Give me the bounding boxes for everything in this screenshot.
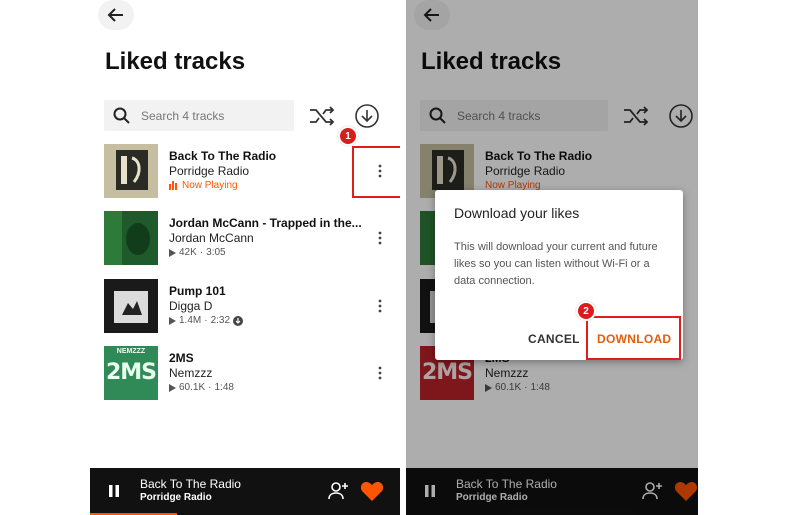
separator: ·	[204, 315, 208, 326]
track-stats: 42K · 3:05	[169, 247, 226, 258]
downloaded-icon	[233, 315, 244, 326]
artwork-label: NEMZZZ	[116, 348, 146, 355]
mini-player[interactable]: Back To The Radio Porridge Radio	[90, 468, 400, 515]
track-artist: Porridge Radio	[169, 164, 250, 178]
page-title: Liked tracks	[105, 48, 246, 75]
download-icon	[355, 104, 379, 128]
search-bar[interactable]	[104, 100, 294, 131]
back-arrow-icon	[107, 8, 123, 22]
track-artist: Nemzzz	[169, 366, 213, 380]
cancel-button[interactable]: CANCEL	[528, 332, 580, 346]
dialog-message: This will download your current and futu…	[454, 241, 658, 287]
player-track-title: Back To The Radio	[140, 477, 241, 491]
back-button[interactable]	[98, 0, 134, 30]
track-title: Jordan McCann - Trapped in the...	[169, 216, 362, 230]
track-row[interactable]: Back To The Radio Porridge Radio Now Pla…	[104, 144, 394, 200]
liked-tracks-screen: Liked tracks Back To The Radio	[90, 0, 400, 515]
play-count: 42K	[179, 247, 197, 258]
step-badge-2: 2	[576, 301, 596, 321]
track-row[interactable]: ​ Jordan McCann - Trapped in the... Jord…	[104, 211, 394, 267]
track-artist: Digga D	[169, 299, 213, 313]
track-artwork: ​	[104, 211, 158, 265]
search-icon	[113, 107, 130, 124]
now-playing-indicator: Now Playing	[169, 180, 238, 191]
track-artwork	[104, 279, 158, 333]
highlight-box-more-options	[352, 146, 400, 198]
track-row[interactable]: Pump 101 Digga D 1.4M · 2:32	[104, 279, 394, 335]
play-count: 1.4M	[179, 315, 202, 326]
dialog-title: Download your likes	[454, 205, 580, 221]
pause-icon[interactable]	[104, 481, 124, 501]
download-all-button[interactable]	[354, 103, 380, 129]
track-artwork	[104, 144, 158, 198]
more-vert-icon	[378, 231, 382, 245]
shuffle-button[interactable]	[308, 103, 336, 129]
track-stats: 1.4M · 2:32	[169, 315, 244, 326]
play-icon	[169, 383, 176, 392]
liked-tracks-screen-dialog: Liked tracks Back To The Radio P	[406, 0, 698, 515]
track-row[interactable]: NEMZZZ 2MS 2MS Nemzzz 60.1K · 1:48	[104, 346, 394, 402]
add-user-icon[interactable]	[326, 479, 350, 503]
search-input[interactable]	[141, 108, 281, 123]
separator: ·	[199, 247, 204, 258]
duration: 3:05	[206, 247, 226, 258]
now-playing-label: Now Playing	[182, 180, 238, 191]
duration: 1:48	[214, 382, 234, 393]
duration: 2:32	[210, 315, 231, 326]
track-stats: 60.1K · 1:48	[169, 382, 234, 393]
equalizer-icon	[169, 181, 177, 190]
track-title: 2MS	[169, 351, 194, 365]
step-badge-1: 1	[338, 126, 358, 146]
artwork-text: 2MS	[105, 360, 157, 385]
more-vert-icon	[378, 299, 382, 313]
more-options-button[interactable]	[372, 362, 388, 384]
play-icon	[169, 316, 176, 325]
more-vert-icon	[378, 366, 382, 380]
shuffle-icon	[310, 106, 335, 126]
play-count: 60.1K	[179, 382, 206, 393]
more-options-button[interactable]	[372, 295, 388, 317]
track-title: Back To The Radio	[169, 149, 277, 163]
heart-icon[interactable]	[360, 480, 384, 502]
track-artwork: NEMZZZ 2MS	[104, 346, 158, 400]
highlight-box-download	[586, 316, 681, 360]
play-icon	[169, 248, 176, 257]
player-track-artist: Porridge Radio	[140, 492, 212, 503]
track-title: Pump 101	[169, 284, 226, 298]
separator: ·	[208, 382, 212, 393]
track-artist: Jordan McCann	[169, 231, 254, 245]
more-options-button[interactable]	[372, 227, 388, 249]
